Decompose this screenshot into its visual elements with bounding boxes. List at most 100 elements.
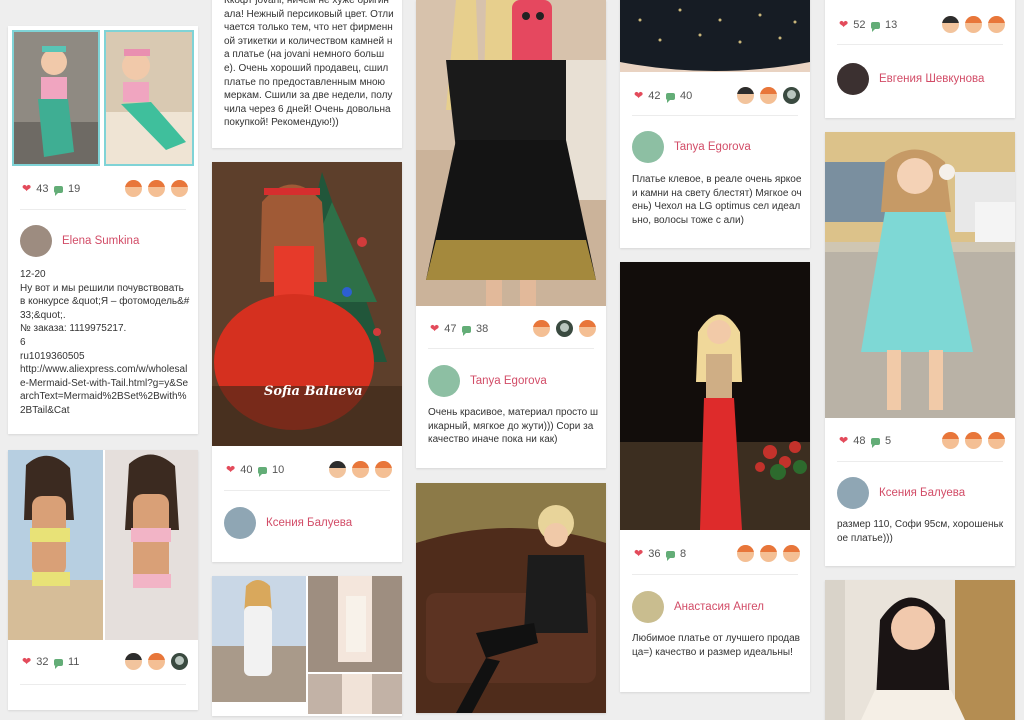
- heart-icon[interactable]: ❤: [22, 656, 31, 668]
- voter-avatar[interactable]: [760, 87, 777, 104]
- voter-avatar[interactable]: [533, 320, 550, 337]
- review-photo[interactable]: [212, 576, 306, 702]
- review-card[interactable]: [825, 580, 1015, 720]
- voter-avatar[interactable]: [329, 461, 346, 478]
- comment-icon[interactable]: [258, 466, 267, 477]
- likes-counter[interactable]: ❤ 42: [634, 90, 660, 102]
- voter-avatar[interactable]: [988, 16, 1005, 33]
- user-avatar[interactable]: [632, 591, 664, 623]
- comment-icon[interactable]: [871, 21, 880, 32]
- user-name[interactable]: Tanya Egorova: [470, 375, 547, 387]
- review-card[interactable]: Sofia Balueva ❤ 40 10 Ксения Балуева: [212, 162, 402, 562]
- user-name[interactable]: Ксения Балуева: [879, 487, 965, 499]
- review-card[interactable]: ❤ 48 5 Ксения Балуева размер 110, Софи 95…: [825, 132, 1015, 566]
- likes-counter[interactable]: ❤ 32: [22, 656, 48, 668]
- voter-avatar[interactable]: [737, 87, 754, 104]
- review-card[interactable]: ❤ 36 8 Анастасия Ангел Любимое платье от …: [620, 262, 810, 692]
- voter-avatar[interactable]: [579, 320, 596, 337]
- review-card[interactable]: Ккофт jovani, ничем не хуже оригинала! Н…: [212, 0, 402, 148]
- card-author[interactable]: Анастасия Ангел: [632, 590, 802, 624]
- voter-avatar[interactable]: [171, 653, 188, 670]
- review-card[interactable]: ❤ 52 13 Евгения Шевкунова: [825, 0, 1015, 118]
- comment-icon[interactable]: [462, 325, 471, 336]
- likes-counter[interactable]: ❤ 40: [226, 464, 252, 476]
- user-name[interactable]: Elena Sumkina: [62, 235, 139, 247]
- heart-icon[interactable]: ❤: [839, 19, 848, 31]
- voter-avatar[interactable]: [942, 432, 959, 449]
- voter-avatar[interactable]: [148, 653, 165, 670]
- review-card[interactable]: ❤ 42 40 Tanya Egorova Платье клевое, в ре…: [620, 0, 810, 248]
- card-author[interactable]: Tanya Egorova: [632, 130, 802, 164]
- voter-avatar[interactable]: [352, 461, 369, 478]
- likes-counter[interactable]: ❤ 48: [839, 435, 865, 447]
- review-card[interactable]: [212, 576, 402, 716]
- voter-avatar[interactable]: [760, 545, 777, 562]
- review-card[interactable]: ❤ 43 19 Elena Sumkina 12-20 Ну вот и мы р…: [8, 26, 198, 434]
- voter-avatar[interactable]: [148, 180, 165, 197]
- user-avatar[interactable]: [428, 365, 460, 397]
- review-photo[interactable]: [105, 450, 198, 640]
- likes-counter[interactable]: ❤ 36: [634, 548, 660, 560]
- comments-counter[interactable]: 5: [871, 435, 891, 448]
- card-author[interactable]: Ксения Балуева: [837, 476, 1007, 510]
- user-name[interactable]: Евгения Шевкунова: [879, 73, 984, 85]
- user-avatar[interactable]: [837, 63, 869, 95]
- voter-avatar[interactable]: [965, 16, 982, 33]
- review-photo[interactable]: [825, 132, 1015, 418]
- user-name[interactable]: Ксения Балуева: [266, 517, 352, 529]
- comment-icon[interactable]: [54, 185, 63, 196]
- likes-counter[interactable]: ❤ 52: [839, 19, 865, 31]
- review-photo[interactable]: [308, 674, 402, 714]
- heart-icon[interactable]: ❤: [634, 548, 643, 560]
- review-photo[interactable]: [620, 0, 810, 72]
- voter-avatar[interactable]: [125, 180, 142, 197]
- comment-icon[interactable]: [54, 658, 63, 669]
- review-card[interactable]: ❤ 47 38 Tanya Egorova Очень красивое, мат…: [416, 0, 606, 468]
- voter-avatar[interactable]: [783, 87, 800, 104]
- voter-avatar[interactable]: [556, 320, 573, 337]
- user-avatar[interactable]: [224, 507, 256, 539]
- comment-icon[interactable]: [871, 437, 880, 448]
- review-photo[interactable]: [12, 30, 100, 166]
- review-photo[interactable]: [825, 580, 1015, 720]
- voter-avatar[interactable]: [783, 545, 800, 562]
- heart-icon[interactable]: ❤: [22, 183, 31, 195]
- user-avatar[interactable]: [837, 477, 869, 509]
- heart-icon[interactable]: ❤: [226, 464, 235, 476]
- comments-counter[interactable]: 11: [54, 656, 79, 669]
- voter-avatar[interactable]: [375, 461, 392, 478]
- review-photo[interactable]: [416, 0, 606, 306]
- voter-avatar[interactable]: [125, 653, 142, 670]
- card-author[interactable]: Ксения Балуева: [224, 506, 394, 540]
- review-photo[interactable]: [308, 576, 402, 672]
- card-author[interactable]: Евгения Шевкунова: [837, 62, 1007, 96]
- comments-counter[interactable]: 38: [462, 323, 488, 336]
- voter-avatar[interactable]: [737, 545, 754, 562]
- heart-icon[interactable]: ❤: [839, 435, 848, 447]
- comments-counter[interactable]: 19: [54, 183, 80, 196]
- voter-avatar[interactable]: [965, 432, 982, 449]
- user-avatar[interactable]: [20, 225, 52, 257]
- review-card[interactable]: ❤ 32 11: [8, 450, 198, 710]
- review-photo[interactable]: Sofia Balueva: [212, 162, 402, 446]
- comment-icon[interactable]: [666, 550, 675, 561]
- user-avatar[interactable]: [632, 131, 664, 163]
- user-name[interactable]: Tanya Egorova: [674, 141, 751, 153]
- comment-icon[interactable]: [666, 92, 675, 103]
- review-photo[interactable]: [104, 30, 194, 166]
- voter-avatar[interactable]: [942, 16, 959, 33]
- comments-counter[interactable]: 10: [258, 464, 284, 477]
- voter-avatar[interactable]: [171, 180, 188, 197]
- comments-counter[interactable]: 40: [666, 90, 692, 103]
- voter-avatar[interactable]: [988, 432, 1005, 449]
- likes-counter[interactable]: ❤ 47: [430, 323, 456, 335]
- review-photo[interactable]: [416, 483, 606, 713]
- review-card[interactable]: [416, 483, 606, 713]
- comments-counter[interactable]: 13: [871, 19, 897, 32]
- user-name[interactable]: Анастасия Ангел: [674, 601, 764, 613]
- card-author[interactable]: Tanya Egorova: [428, 364, 598, 398]
- review-photo[interactable]: [620, 262, 810, 530]
- comments-counter[interactable]: 8: [666, 548, 686, 561]
- card-author[interactable]: Elena Sumkina: [20, 224, 190, 258]
- review-photo[interactable]: [8, 450, 103, 640]
